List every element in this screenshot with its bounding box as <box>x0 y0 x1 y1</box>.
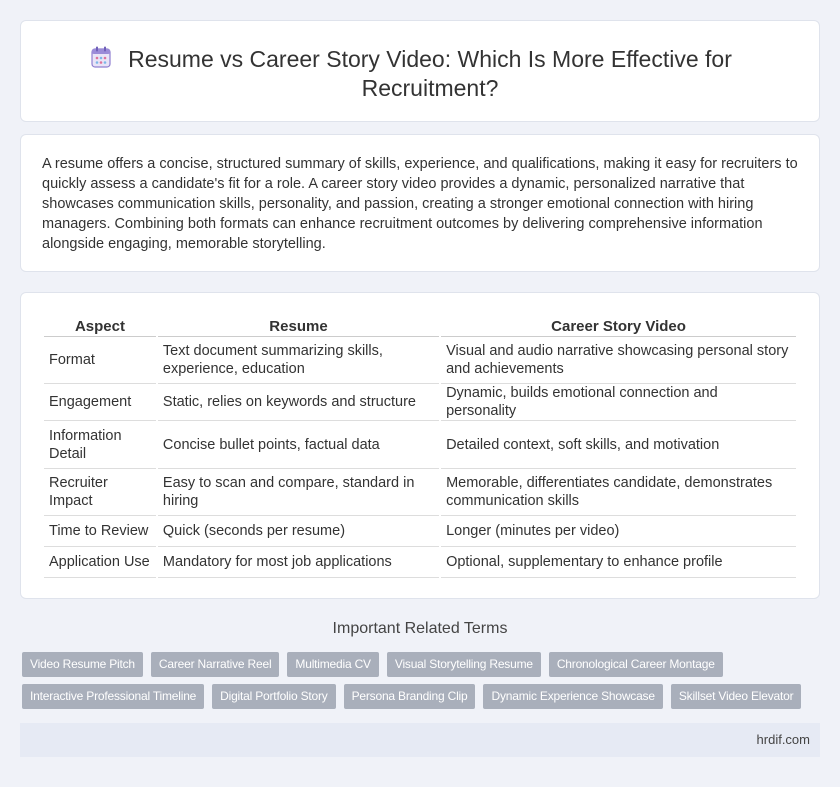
aspect-cell: Application Use <box>44 547 156 578</box>
header-career-story-video: Career Story Video <box>441 315 796 337</box>
table-row: Application Use Mandatory for most job a… <box>44 547 796 578</box>
aspect-cell: Recruiter Impact <box>44 469 156 516</box>
header-aspect: Aspect <box>44 315 156 337</box>
table-row: Recruiter Impact Easy to scan and compar… <box>44 469 796 516</box>
summary-card: A resume offers a concise, structured su… <box>20 134 820 272</box>
related-term-tag[interactable]: Dynamic Experience Showcase <box>483 684 663 709</box>
resume-cell: Mandatory for most job applications <box>157 547 440 578</box>
video-cell: Visual and audio narrative showcasing pe… <box>441 337 796 384</box>
summary-text: A resume offers a concise, structured su… <box>42 156 798 252</box>
table-header-row: Aspect Resume Career Story Video <box>44 315 796 337</box>
related-terms-title: Important Related Terms <box>332 620 508 637</box>
table-row: Information Detail Concise bullet points… <box>44 421 796 469</box>
footer: hrdif.com <box>20 723 820 757</box>
resume-cell: Concise bullet points, factual data <box>157 421 440 469</box>
table-row: Engagement Static, relies on keywords an… <box>44 384 796 421</box>
aspect-cell: Information Detail <box>44 421 156 469</box>
related-terms-row-1: Video Resume Pitch Career Narrative Reel… <box>22 652 723 677</box>
table-row: Time to Review Quick (seconds per resume… <box>44 516 796 547</box>
related-term-tag[interactable]: Chronological Career Montage <box>548 652 723 677</box>
video-cell: Detailed context, soft skills, and motiv… <box>441 421 796 469</box>
related-term-tag[interactable]: Visual Storytelling Resume <box>386 652 541 677</box>
related-term-tag[interactable]: Skillset Video Elevator <box>670 684 802 709</box>
aspect-cell: Format <box>44 337 156 384</box>
related-term-tag[interactable]: Persona Branding Clip <box>343 684 476 709</box>
resume-cell: Quick (seconds per resume) <box>157 516 440 547</box>
header-resume: Resume <box>157 315 440 337</box>
video-cell: Memorable, differentiates candidate, dem… <box>441 469 796 516</box>
video-cell: Optional, supplementary to enhance profi… <box>441 547 796 578</box>
comparison-table-card: Aspect Resume Career Story Video Format … <box>20 292 820 599</box>
resume-cell: Static, relies on keywords and structure <box>157 384 440 421</box>
aspect-cell: Engagement <box>44 384 156 421</box>
video-cell: Dynamic, builds emotional connection and… <box>441 384 796 421</box>
table-row: Format Text document summarizing skills,… <box>44 337 796 384</box>
related-term-tag[interactable]: Career Narrative Reel <box>150 652 280 677</box>
related-terms-row-2: Interactive Professional Timeline Digita… <box>22 684 802 709</box>
header-card: Resume vs Career Story Video: Which Is M… <box>20 20 820 122</box>
page-title: Resume vs Career Story Video: Which Is M… <box>128 46 732 101</box>
related-term-tag[interactable]: Digital Portfolio Story <box>212 684 336 709</box>
related-term-tag[interactable]: Interactive Professional Timeline <box>22 684 205 709</box>
comparison-table: Aspect Resume Career Story Video Format … <box>42 315 798 578</box>
related-term-tag[interactable]: Multimedia CV <box>287 652 379 677</box>
resume-cell: Easy to scan and compare, standard in hi… <box>157 469 440 516</box>
site-name[interactable]: hrdif.com <box>757 732 810 747</box>
resume-cell: Text document summarizing skills, experi… <box>157 337 440 384</box>
related-term-tag[interactable]: Video Resume Pitch <box>22 652 143 677</box>
video-cell: Longer (minutes per video) <box>441 516 796 547</box>
aspect-cell: Time to Review <box>44 516 156 547</box>
